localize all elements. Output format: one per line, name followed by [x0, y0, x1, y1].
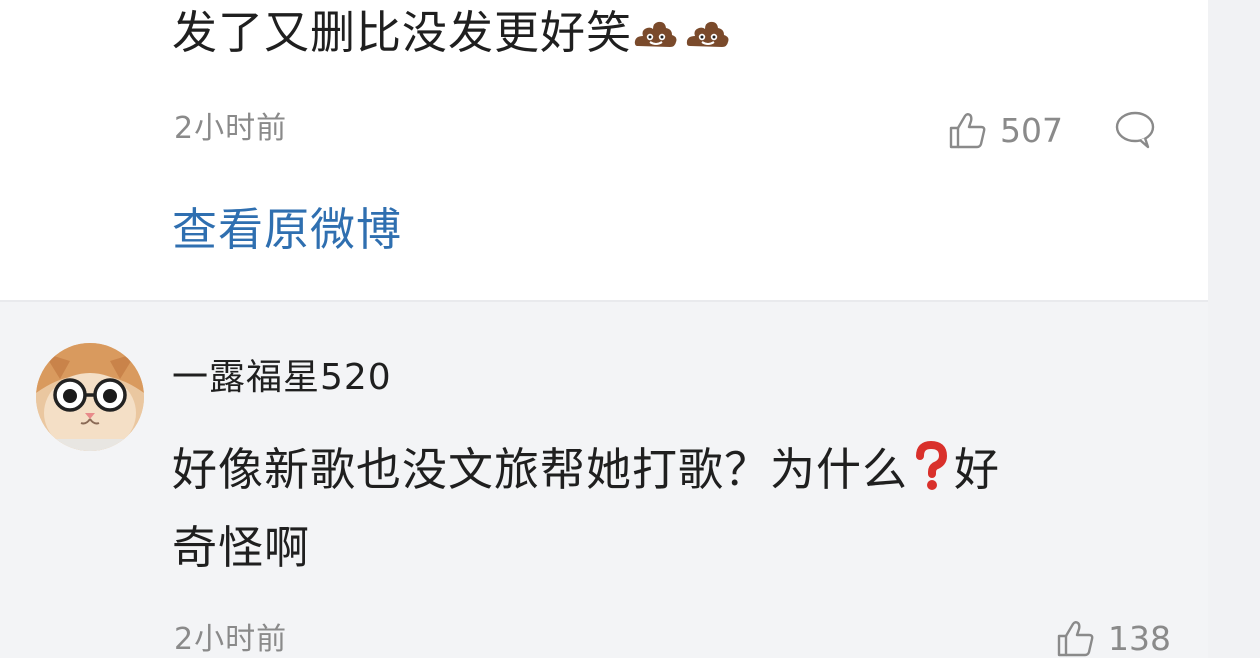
reply-button-1[interactable] — [1114, 110, 1156, 154]
comment-time-1: 2小时前 — [174, 111, 288, 146]
cat-avatar-icon — [36, 343, 144, 451]
comment-text-1-body: 发了又删比没发更好笑 — [172, 6, 633, 59]
thumbs-up-icon — [949, 113, 986, 149]
section-divider — [0, 300, 1208, 302]
speech-bubble-icon — [1115, 111, 1155, 149]
username[interactable]: 一露福星520 — [172, 355, 392, 401]
comment-time-2: 2小时前 — [174, 622, 288, 657]
like-button-2[interactable]: 138 — [1056, 620, 1171, 658]
comment-text-2-part-a: 好像新歌也没文旅帮她打歌？为什么 — [172, 443, 909, 496]
like-button-1[interactable]: 507 — [948, 112, 1063, 150]
comment-text-2-line-1: 好像新歌也没文旅帮她打歌？为什么 好 — [172, 437, 1000, 509]
comment-text-1: 发了又删比没发更好笑 — [172, 0, 730, 72]
like-count-2: 138 — [1108, 619, 1171, 658]
poop-emoji-icon — [632, 6, 730, 72]
avatar[interactable] — [36, 343, 144, 451]
right-gutter — [1208, 0, 1260, 658]
view-original-weibo-link[interactable]: 查看原微博 — [172, 200, 402, 260]
comment-text-2-part-b: 好 — [954, 443, 1001, 496]
comment-text-2-line-2: 奇怪啊 — [172, 521, 311, 574]
red-question-mark-icon — [908, 440, 954, 509]
thumbs-up-icon — [1057, 621, 1094, 657]
like-count-1: 507 — [1000, 111, 1063, 150]
